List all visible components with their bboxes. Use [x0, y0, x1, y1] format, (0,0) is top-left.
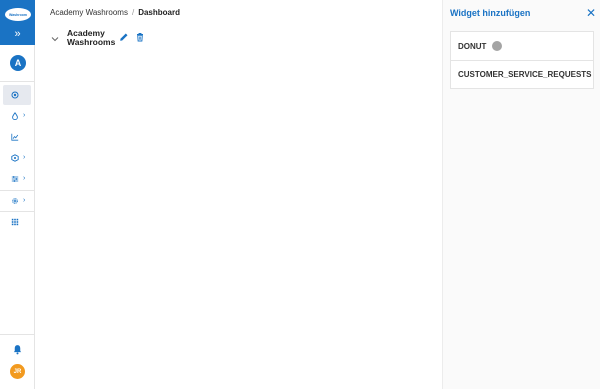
widget-label: CUSTOMER_SERVICE_REQUESTS: [458, 70, 592, 79]
chevron-right-icon: ›: [23, 154, 26, 161]
chevron-right-icon: ›: [23, 197, 26, 204]
gear-icon: [12, 198, 18, 204]
breadcrumb-current: Dashboard: [138, 8, 180, 17]
chevron-right-icon: ›: [23, 112, 26, 119]
dashboard-icon: [11, 91, 19, 99]
breadcrumb-separator: /: [131, 8, 135, 17]
widget-list: DONUT CUSTOMER_SERVICE_REQUESTS: [450, 31, 594, 89]
widget-label: DONUT: [458, 41, 487, 51]
grid-icon: [11, 218, 19, 226]
add-widget-panel: Widget hinzufügen ✕ DONUT CUSTOMER_SERVI…: [442, 0, 600, 389]
trash-icon[interactable]: [135, 32, 145, 42]
brand-logo-text: Washroom: [9, 12, 27, 17]
cube-settings-icon: [11, 154, 19, 162]
breadcrumb: Academy Washrooms / Dashboard: [50, 8, 180, 17]
sidebar-item-settings[interactable]: ›: [3, 191, 31, 211]
panel-title: Widget hinzufügen: [450, 8, 531, 18]
sidebar-header: Washroom »: [0, 0, 35, 45]
app: Washroom » A › › › › JR Academy Washroom…: [0, 0, 600, 389]
sidebar-item-consumables[interactable]: ›: [3, 106, 31, 126]
sidebar-divider: [0, 334, 35, 335]
expand-sidebar-button[interactable]: »: [0, 28, 35, 40]
sidebar-item-apps[interactable]: [3, 212, 31, 232]
status-dot: [492, 41, 503, 51]
brand-logo[interactable]: Washroom: [5, 8, 31, 21]
sidebar-item-analytics[interactable]: [3, 127, 31, 147]
chevron-down-icon[interactable]: [50, 34, 60, 44]
dashboard-header: Academy Washrooms: [50, 29, 145, 46]
widget-item-donut[interactable]: DONUT: [451, 32, 593, 60]
chart-icon: [11, 133, 19, 141]
sidebar-divider: [0, 81, 35, 82]
pencil-icon[interactable]: [119, 32, 129, 42]
close-icon[interactable]: ✕: [586, 7, 596, 19]
sidebar-item-dashboard[interactable]: [3, 85, 31, 105]
bell-icon[interactable]: [12, 344, 23, 355]
breadcrumb-link[interactable]: Academy Washrooms: [50, 8, 128, 17]
sidebar-item-devices[interactable]: ›: [3, 148, 31, 168]
widget-item-customer-service-requests[interactable]: CUSTOMER_SERVICE_REQUESTS: [451, 60, 593, 88]
chevron-right-icon: ›: [23, 175, 26, 182]
account-avatar[interactable]: A: [10, 55, 26, 71]
sidebar-item-filters[interactable]: ›: [3, 169, 31, 189]
sidebar: Washroom » A › › › › JR: [0, 0, 35, 389]
sliders-icon: [11, 176, 19, 182]
dashboard-title: Academy Washrooms: [67, 28, 116, 47]
drop-icon: [12, 112, 18, 120]
user-avatar[interactable]: JR: [10, 364, 25, 379]
